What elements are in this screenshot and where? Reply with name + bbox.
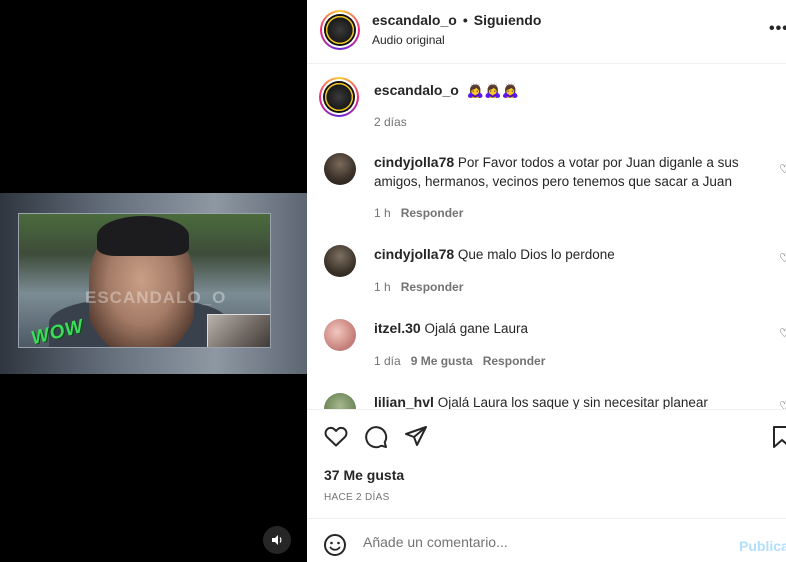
comment-meta: 1 h Responder	[374, 206, 463, 220]
comment-time: 1 día	[374, 354, 401, 368]
comment-like-heart-icon[interactable]: ♡	[779, 326, 786, 340]
post-actions: 37 Me gusta HACE 2 DÍAS	[307, 409, 786, 519]
video-content: ESCANDALO_O WOW	[18, 213, 271, 348]
comment-body: Que malo Dios lo perdone	[457, 247, 615, 262]
video-watermark: ESCANDALO_O	[85, 288, 227, 307]
comment-time: 1 h	[374, 280, 391, 294]
author-avatar[interactable]	[320, 10, 360, 50]
reply-button[interactable]: Responder	[401, 280, 464, 294]
comment-username[interactable]: itzel.30	[374, 320, 421, 336]
comment-body: Ojalá Laura los saque y sin necesitar pl…	[437, 395, 708, 409]
comment-likes[interactable]: 9 Me gusta	[411, 354, 473, 368]
caption-avatar[interactable]	[319, 77, 359, 117]
comments-list[interactable]: escandalo_o 🙇‍♀️🙇‍♀️🙇‍♀️ 2 días cindyjol…	[307, 65, 786, 409]
speaker-icon[interactable]	[263, 526, 291, 554]
comment-text: cindyjolla78 Que malo Dios lo perdone	[374, 245, 774, 264]
comment-username[interactable]: cindyjolla78	[374, 154, 454, 170]
comment-like-heart-icon[interactable]: ♡	[779, 251, 786, 265]
comment-icon[interactable]	[364, 425, 388, 454]
comment-text: lilian_hvl Ojalá Laura los saque y sin n…	[374, 393, 774, 409]
caption-username[interactable]: escandalo_o	[374, 82, 459, 98]
post-panel: escandalo_o•Siguiendo Audio original •••…	[307, 0, 786, 562]
comment-body: Ojalá gane Laura	[424, 321, 529, 336]
comment-text: cindyjolla78 Por Favor todos a votar por…	[374, 153, 774, 191]
video-player[interactable]: ESCANDALO_O WOW	[0, 0, 307, 562]
author-username[interactable]: escandalo_o	[372, 12, 457, 28]
commenter-avatar[interactable]	[324, 393, 356, 409]
publish-button[interactable]: Publicar	[739, 538, 786, 554]
post-date: HACE 2 DÍAS	[324, 492, 390, 503]
comment-time: 1 h	[374, 206, 391, 220]
video-inset-thumbnail	[207, 314, 270, 347]
video-frame: ESCANDALO_O WOW	[0, 193, 307, 374]
reply-button[interactable]: Responder	[401, 206, 464, 220]
comment-text: itzel.30 Ojalá gane Laura	[374, 319, 774, 338]
comment-meta: 1 día 9 Me gusta Responder	[374, 354, 545, 368]
commenter-avatar[interactable]	[324, 153, 356, 185]
post-header: escandalo_o•Siguiendo Audio original •••	[307, 0, 786, 64]
person-hair	[97, 216, 189, 256]
bookmark-icon[interactable]	[772, 425, 786, 454]
header-user-line: escandalo_o • Siguiendo	[372, 12, 542, 28]
add-comment-bar: Publicar	[307, 518, 786, 562]
commenter-avatar[interactable]	[324, 319, 356, 351]
commenter-avatar[interactable]	[324, 245, 356, 277]
reply-button[interactable]: Responder	[483, 354, 546, 368]
emoji-icon[interactable]	[323, 533, 347, 562]
more-options-icon[interactable]: •••	[769, 20, 786, 38]
caption-text: 🙇‍♀️🙇‍♀️🙇‍♀️	[466, 82, 520, 98]
follow-status-button[interactable]: Siguiendo	[474, 12, 542, 28]
likes-count[interactable]: 37 Me gusta	[324, 467, 404, 483]
comment-input[interactable]	[363, 531, 723, 553]
comment-like-heart-icon[interactable]: ♡	[779, 399, 786, 409]
share-icon[interactable]	[404, 425, 428, 452]
caption: escandalo_o 🙇‍♀️🙇‍♀️🙇‍♀️	[374, 82, 519, 99]
comment-username[interactable]: cindyjolla78	[374, 246, 454, 262]
caption-time: 2 días	[374, 115, 407, 129]
heart-icon[interactable]	[324, 425, 348, 452]
comment-username[interactable]: lilian_hvl	[374, 394, 434, 409]
audio-label[interactable]: Audio original	[372, 33, 445, 47]
comment-like-heart-icon[interactable]: ♡	[779, 162, 786, 176]
comment-meta: 1 h Responder	[374, 280, 463, 294]
